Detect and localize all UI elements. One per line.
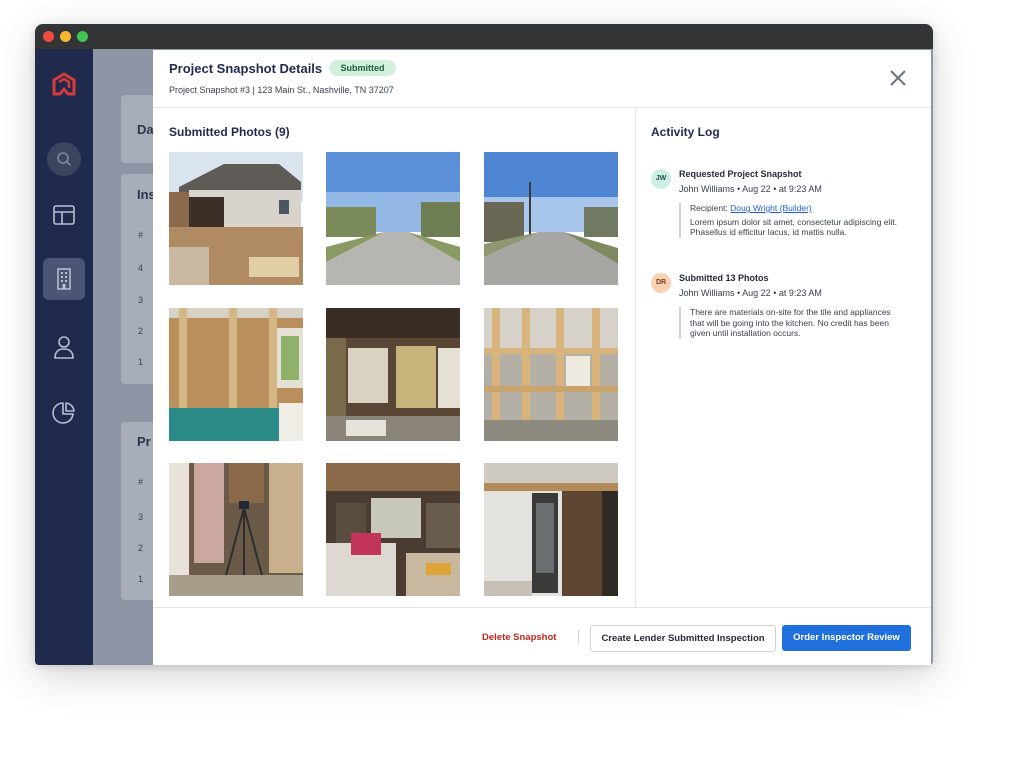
photo-thumbnail[interactable] bbox=[326, 463, 460, 596]
activity-entry-meta: John Williams • Aug 22 • at 9:23 AM bbox=[679, 184, 822, 194]
photo-thumbnail[interactable] bbox=[326, 152, 460, 285]
background-table-cell: 2 bbox=[138, 543, 144, 553]
pie-chart-icon[interactable] bbox=[43, 392, 85, 434]
photo-thumbnail[interactable] bbox=[484, 308, 618, 441]
avatar: DR bbox=[651, 273, 671, 293]
layout-icon[interactable] bbox=[43, 194, 85, 236]
photo-thumbnail[interactable] bbox=[484, 152, 618, 285]
modal-header: Project Snapshot Details Submitted Proje… bbox=[153, 50, 931, 108]
activity-entry-meta: John Williams • Aug 22 • at 9:23 AM bbox=[679, 288, 822, 298]
activity-entry-text: Lorem ipsum dolor sit amet, consectetur … bbox=[690, 216, 897, 238]
activity-entry-title: Submitted 13 Photos bbox=[679, 273, 769, 283]
photo-thumbnail[interactable] bbox=[326, 308, 460, 441]
activity-log-title: Activity Log bbox=[651, 125, 720, 139]
building-icon[interactable] bbox=[43, 258, 85, 300]
recipient-link[interactable]: Doug Wright (Builder) bbox=[730, 203, 812, 213]
background-table-cell: 3 bbox=[138, 512, 144, 522]
order-inspector-review-button[interactable]: Order Inspector Review bbox=[782, 625, 911, 651]
background-card-title: Pr bbox=[137, 434, 151, 449]
photo-thumbnail[interactable] bbox=[169, 152, 303, 285]
snapshot-details-modal: Project Snapshot Details Submitted Proje… bbox=[153, 50, 931, 665]
activity-entry-text: There are materials on-site for the tile… bbox=[690, 307, 891, 338]
avatar: JW bbox=[651, 169, 671, 189]
background-table-header: # bbox=[138, 230, 144, 240]
status-badge: Submitted bbox=[329, 60, 396, 76]
background-table-cell: 2 bbox=[138, 326, 144, 336]
background-table-cell: 1 bbox=[138, 357, 144, 367]
close-icon[interactable] bbox=[887, 67, 909, 89]
footer-divider bbox=[578, 630, 579, 644]
modal-footer: Delete Snapshot Create Lender Submitted … bbox=[153, 607, 931, 666]
background-table-cell: 1 bbox=[138, 574, 144, 584]
activity-entry-title: Requested Project Snapshot bbox=[679, 169, 802, 179]
close-window-button[interactable] bbox=[43, 31, 54, 42]
modal-title: Project Snapshot Details bbox=[169, 61, 323, 76]
photo-thumbnail[interactable] bbox=[484, 463, 618, 596]
create-lender-inspection-button[interactable]: Create Lender Submitted Inspection bbox=[590, 625, 776, 652]
activity-entry-body: Recipient: Doug Wright (Builder) Lorem i… bbox=[679, 203, 898, 238]
background-table-header: # bbox=[138, 477, 144, 487]
background-table-cell: 4 bbox=[138, 263, 144, 273]
background-card-title: Da bbox=[137, 122, 154, 137]
recipient-line: Recipient: Doug Wright (Builder) bbox=[690, 203, 898, 214]
logo-icon[interactable] bbox=[43, 63, 85, 105]
background-table-cell: 3 bbox=[138, 295, 144, 305]
window-titlebar bbox=[35, 24, 933, 49]
recipient-label: Recipient: bbox=[690, 203, 731, 213]
activity-entry-body: There are materials on-site for the tile… bbox=[679, 307, 898, 339]
user-icon[interactable] bbox=[43, 326, 85, 368]
photo-thumbnail[interactable] bbox=[169, 308, 303, 441]
maximize-window-button[interactable] bbox=[77, 31, 88, 42]
photos-section-title: Submitted Photos (9) bbox=[169, 125, 290, 139]
minimize-window-button[interactable] bbox=[60, 31, 71, 42]
photo-thumbnail[interactable] bbox=[169, 463, 303, 596]
sidebar bbox=[35, 49, 93, 665]
delete-snapshot-button[interactable]: Delete Snapshot bbox=[482, 632, 556, 643]
modal-subtitle: Project Snapshot #3 | 123 Main St., Nash… bbox=[169, 85, 394, 95]
activity-log-pane: Activity Log JW Requested Project Snapsh… bbox=[636, 108, 931, 607]
photos-pane: Submitted Photos (9) bbox=[153, 108, 636, 607]
search-icon[interactable] bbox=[47, 142, 81, 176]
